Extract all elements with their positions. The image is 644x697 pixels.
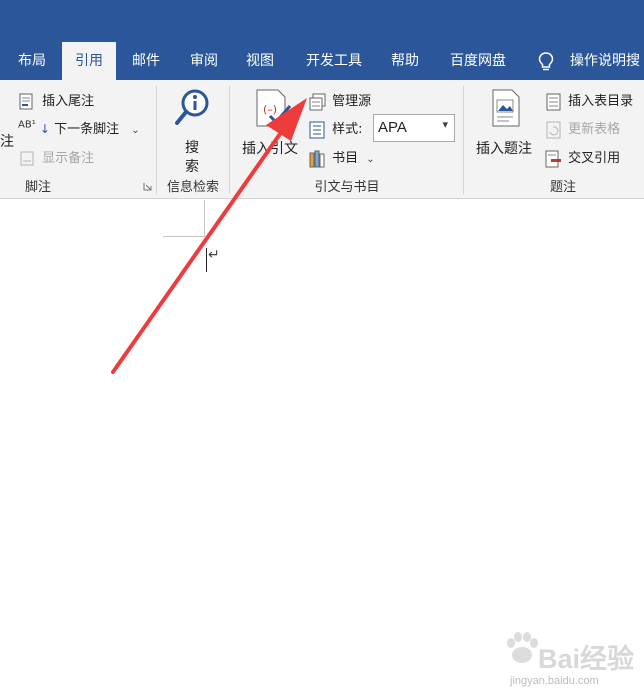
paw-icon	[507, 632, 538, 663]
annotation-arrow	[111, 98, 307, 374]
watermark-text: Bai经验	[538, 644, 635, 674]
watermark-url: jingyan.baidu.com	[510, 675, 599, 687]
watermark: Bai经验 jingyan.baidu.com	[498, 627, 644, 697]
